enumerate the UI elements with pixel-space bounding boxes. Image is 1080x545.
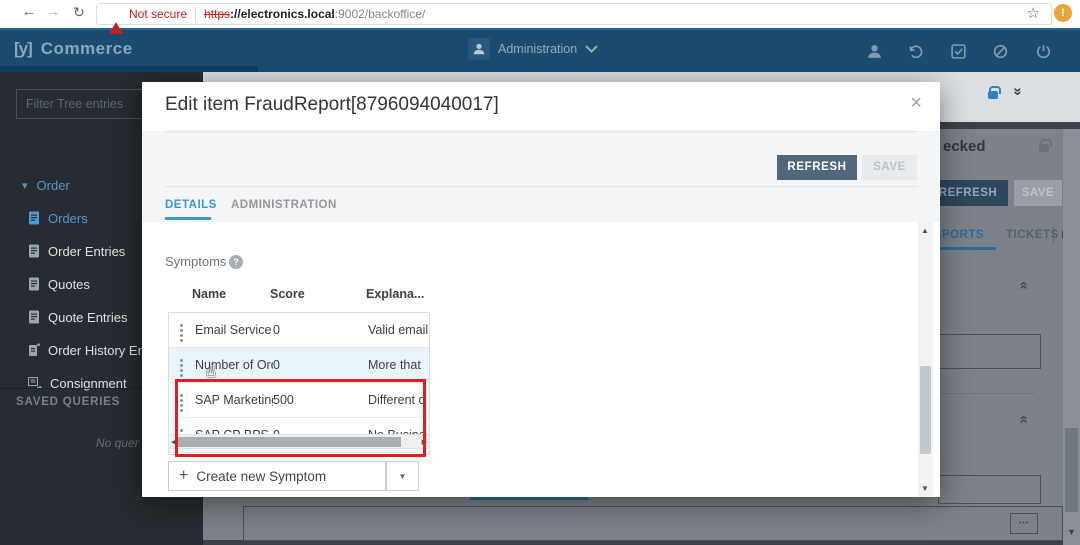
scroll-down-icon[interactable]: ▼ <box>1067 527 1076 537</box>
header-left-shade <box>0 66 258 72</box>
background-panel-title-fragment: ecked <box>943 138 986 155</box>
url-bar[interactable]: ! Not secure https ://electronics.local … <box>96 3 1052 34</box>
perspective-selector[interactable]: Administration <box>468 38 598 60</box>
brand-name: Commerce <box>40 39 133 58</box>
background-divider <box>938 393 1035 394</box>
tree-label: Quote Entries <box>48 309 128 325</box>
save-button[interactable]: SAVE <box>862 155 917 180</box>
cell-name: Email Service <box>195 323 272 337</box>
plus-icon: + <box>179 467 189 484</box>
table-row[interactable]: SAP Marketing 500 Different c <box>169 383 429 418</box>
screen: ← → ↻ ! Not secure https ://electronics.… <box>0 0 1080 545</box>
scroll-right-icon[interactable]: ▶ <box>422 438 427 446</box>
not-secure-label: Not secure <box>129 7 188 21</box>
cell-explanation: Different c <box>368 393 425 407</box>
create-symptom-dropdown-button[interactable]: ▼ <box>386 461 419 491</box>
saved-queries-empty-text: No quer <box>96 436 139 450</box>
document-icon <box>28 211 40 225</box>
tree-label: Order Entries <box>48 243 126 259</box>
close-icon[interactable]: × <box>910 92 922 115</box>
scrollbar-thumb[interactable] <box>177 437 401 447</box>
divider <box>165 131 918 132</box>
scroll-left-icon[interactable]: ◀ <box>171 438 176 446</box>
section-collapse-icon[interactable]: » <box>1015 417 1032 423</box>
background-refresh-button[interactable]: REFRESH <box>928 180 1008 206</box>
tasks-checkbox-icon[interactable] <box>950 43 968 61</box>
help-icon[interactable]: ? <box>229 255 243 269</box>
section-collapse-icon[interactable]: » <box>1015 283 1032 289</box>
dialog-title: Edit item FraudReport[8796094040017] <box>165 94 499 115</box>
cell-explanation: Valid email <box>368 323 429 337</box>
tab-separator <box>1053 227 1054 243</box>
collapse-all-icon[interactable]: » <box>1010 87 1027 93</box>
column-header-explanation: Explana... <box>366 287 425 301</box>
table-row[interactable]: Email Service 0 Valid email <box>169 313 429 348</box>
app-header: [y] Commerce Administration <box>0 28 1080 72</box>
logout-power-icon[interactable] <box>1035 43 1053 61</box>
document-icon <box>28 244 40 258</box>
document-icon <box>28 277 40 291</box>
scrollbar-thumb[interactable] <box>1065 428 1078 512</box>
scroll-up-icon[interactable]: ▲ <box>921 226 929 235</box>
cell-score: 0 <box>273 323 280 337</box>
tree-label: Quotes <box>48 276 90 292</box>
edit-item-dialog: Edit item FraudReport[8796094040017] × R… <box>142 82 940 497</box>
cell-name: SAP Marketing <box>195 393 273 407</box>
horizontal-scrollbar[interactable]: ◀ ▶ <box>168 434 430 449</box>
drag-handle-icon[interactable] <box>177 363 195 367</box>
background-input-field[interactable] <box>938 475 1041 504</box>
scroll-down-icon[interactable]: ▼ <box>921 484 929 493</box>
browser-back-button[interactable]: ← <box>18 3 40 20</box>
url-scheme: https <box>204 7 231 21</box>
refresh-button[interactable]: REFRESH <box>777 155 857 180</box>
perspective-user-icon <box>468 38 490 60</box>
scrollbar-thumb[interactable] <box>920 366 931 454</box>
document-history-icon <box>28 343 40 357</box>
divider <box>165 186 918 187</box>
saved-queries-heading: SAVED QUERIES <box>16 396 121 408</box>
tab-details[interactable]: DETAILS <box>165 199 217 211</box>
tab-details-underline <box>165 217 211 220</box>
tree-label: Order History Ent <box>48 342 149 358</box>
lock-icon[interactable] <box>1039 139 1052 152</box>
bookmark-star-icon[interactable]: ☆ <box>1027 4 1040 22</box>
user-account-icon[interactable] <box>866 43 884 61</box>
notifications-icon[interactable] <box>992 43 1010 61</box>
background-input-field[interactable] <box>938 334 1041 369</box>
cell-score: 0 <box>273 358 280 372</box>
lock-icon[interactable] <box>988 86 1001 99</box>
tab-administration[interactable]: ADMINISTRATION <box>231 199 337 211</box>
browser-forward-button[interactable]: → <box>42 3 64 20</box>
tree-label: Order <box>36 177 70 193</box>
extension-badge-icon[interactable]: ! <box>1054 4 1072 22</box>
column-header-score: Score <box>270 287 305 301</box>
security-warning-icon: ! <box>109 8 123 34</box>
history-icon[interactable] <box>908 43 926 61</box>
tab-tickets[interactable]: TICKETS <box>1006 229 1059 241</box>
document-icon <box>28 310 40 324</box>
url-separator <box>195 7 197 21</box>
create-new-symptom-button[interactable]: + Create new Symptom <box>168 461 386 491</box>
browser-toolbar: ← → ↻ ! Not secure https ://electronics.… <box>0 0 1080 34</box>
cell-explanation: More that <box>368 358 421 372</box>
background-wide-field[interactable] <box>243 506 1063 541</box>
caret-down-icon: ▾ <box>22 179 28 192</box>
browser-reload-button[interactable]: ↻ <box>68 4 90 21</box>
cell-score: 500 <box>273 393 294 407</box>
perspective-label: Administration <box>498 42 578 56</box>
url-path: :9002/backoffice/ <box>334 7 426 21</box>
brand-logo[interactable]: [y] Commerce <box>14 39 133 59</box>
dialog-vertical-scrollbar[interactable]: ▲ ▼ <box>918 222 933 497</box>
background-save-button[interactable]: SAVE <box>1014 180 1062 206</box>
drag-handle-icon[interactable] <box>177 398 195 402</box>
hybris-logo-glyph: [y] <box>14 39 33 58</box>
background-scrollbar[interactable]: ▼ <box>1063 129 1080 545</box>
chevron-down-icon <box>585 45 598 53</box>
tree-label: Orders <box>48 210 88 226</box>
url-host: ://electronics.local <box>230 7 335 21</box>
create-button-label: Create new Symptom <box>196 468 327 484</box>
column-header-name: Name <box>192 287 227 301</box>
symptoms-label: Symptoms <box>165 254 227 269</box>
drag-handle-icon[interactable] <box>177 328 195 332</box>
